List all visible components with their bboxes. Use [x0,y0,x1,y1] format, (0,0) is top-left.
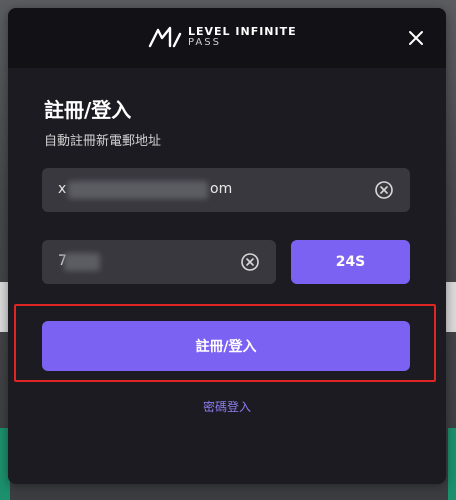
password-login-link[interactable]: 密碼登入 [8,398,446,415]
email-redacted-blur [68,181,208,199]
level-infinite-logo-icon [148,26,182,48]
background-strip-left [0,282,8,332]
level-infinite-pass-logo: LEVEL INFINITE PASS [148,24,297,50]
verification-code-field[interactable]: 7 [42,240,276,284]
email-value-prefix: x [58,181,67,197]
clear-code-icon[interactable] [240,252,260,272]
form-title: 註冊/登入 [44,98,132,122]
login-modal: LEVEL INFINITE PASS 註冊/登入 自動註冊新電郵地址 x om… [8,8,446,484]
background-strip-right [446,282,456,332]
resend-code-button[interactable]: 24S [291,240,410,284]
background-green-right [448,428,456,500]
logo-text: LEVEL INFINITE PASS [188,26,297,48]
close-icon[interactable] [406,28,426,48]
email-field[interactable]: x om [42,168,410,212]
code-redacted-blur [64,253,100,271]
clear-email-icon[interactable] [374,180,394,200]
register-login-button[interactable]: 註冊/登入 [42,321,410,371]
email-value-suffix: om [210,181,233,197]
form-subtitle: 自動註冊新電郵地址 [44,134,162,149]
logo-line-1: LEVEL INFINITE [188,25,297,38]
logo-line-2: PASS [188,37,221,48]
modal-header: LEVEL INFINITE PASS [8,8,446,68]
